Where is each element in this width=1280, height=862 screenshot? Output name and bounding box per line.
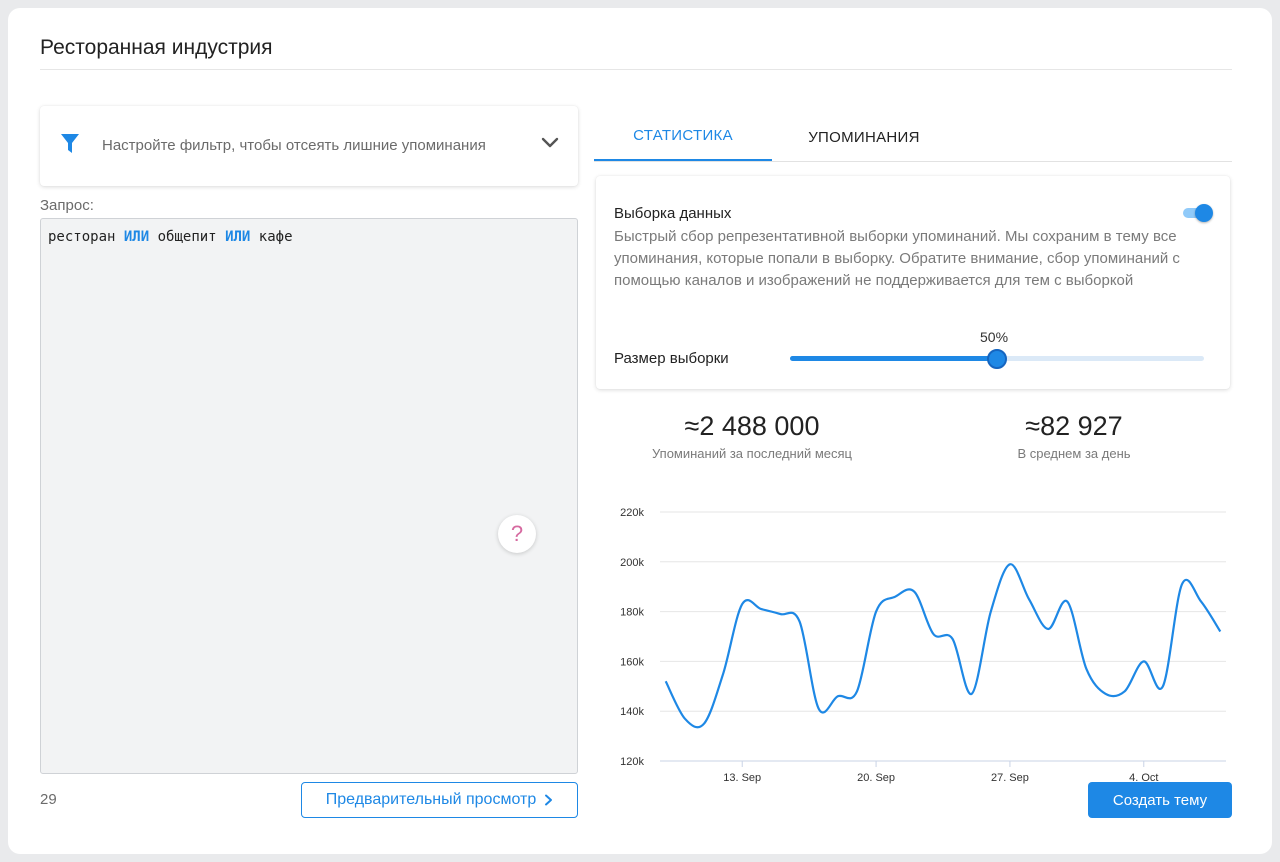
- monthly-mentions-caption: Упоминаний за последний месяц: [651, 446, 853, 461]
- sample-size-label: Размер выборки: [614, 350, 729, 367]
- filter-dropdown[interactable]: Настройте фильтр, чтобы отсеять лишние у…: [40, 106, 578, 186]
- query-text: ресторан ИЛИ общепит ИЛИ кафе: [48, 229, 293, 245]
- y-tick-label: 220k: [620, 507, 644, 519]
- y-tick-label: 140k: [620, 706, 644, 718]
- query-operator: ИЛИ: [123, 229, 150, 245]
- sampling-title: Выборка данных: [614, 205, 732, 222]
- chevron-right-icon: [545, 794, 553, 806]
- slider-fill: [790, 356, 997, 361]
- sampling-panel: Выборка данных Быстрый сбор репрезентати…: [596, 176, 1230, 389]
- query-label: Запрос:: [40, 197, 94, 214]
- slider-thumb[interactable]: [987, 349, 1007, 369]
- x-tick-label: 27. Sep: [991, 772, 1029, 784]
- tab-statistics[interactable]: СТАТИСТИКА: [594, 112, 772, 161]
- toggle-thumb: [1195, 204, 1213, 222]
- daily-mentions-caption: В среднем за день: [1017, 446, 1131, 461]
- help-button[interactable]: ?: [498, 515, 536, 553]
- page-title: Ресторанная индустрия: [40, 36, 273, 59]
- y-tick-label: 200k: [620, 557, 644, 569]
- query-operator: ИЛИ: [225, 229, 251, 245]
- tab-mentions[interactable]: УПОМИНАНИЯ: [772, 112, 956, 162]
- x-tick-label: 20. Sep: [857, 772, 895, 784]
- main-card: Ресторанная индустрия Настройте фильтр, …: [8, 8, 1272, 854]
- y-tick-label: 120k: [620, 756, 644, 768]
- sample-size-value: 50%: [980, 329, 1009, 345]
- query-editor[interactable]: ресторан ИЛИ общепит ИЛИ кафе: [40, 218, 578, 774]
- series-line: [664, 563, 1222, 729]
- title-divider: [40, 69, 1232, 70]
- query-term: ресторан: [48, 229, 116, 245]
- query-term: кафе: [258, 229, 293, 245]
- preview-button[interactable]: Предварительный просмотр: [301, 782, 578, 818]
- filter-icon: [61, 134, 79, 153]
- tab-bar: СТАТИСТИКА УПОМИНАНИЯ: [594, 112, 1232, 162]
- y-tick-label: 160k: [620, 656, 644, 668]
- chevron-down-icon[interactable]: [540, 136, 560, 150]
- char-count: 29: [40, 791, 57, 808]
- y-tick-label: 180k: [620, 607, 644, 619]
- preview-button-label: Предварительный просмотр: [325, 791, 537, 808]
- create-topic-button[interactable]: Создать тему: [1088, 782, 1232, 818]
- x-tick-label: 13. Sep: [723, 772, 761, 784]
- query-term: общепит: [157, 229, 217, 245]
- filter-placeholder: Настройте фильтр, чтобы отсеять лишние у…: [102, 137, 486, 154]
- mentions-chart: 120k 140k 160k 180k 200k 220k 13. Sep 20. Sep 27…: [620, 507, 1226, 784]
- sampling-toggle[interactable]: [1183, 204, 1213, 222]
- daily-mentions-value: ≈82 927: [1025, 411, 1123, 441]
- sampling-description: Быстрый сбор репрезентативной выборки уп…: [614, 228, 1180, 289]
- monthly-mentions-value: ≈2 488 000: [684, 411, 820, 441]
